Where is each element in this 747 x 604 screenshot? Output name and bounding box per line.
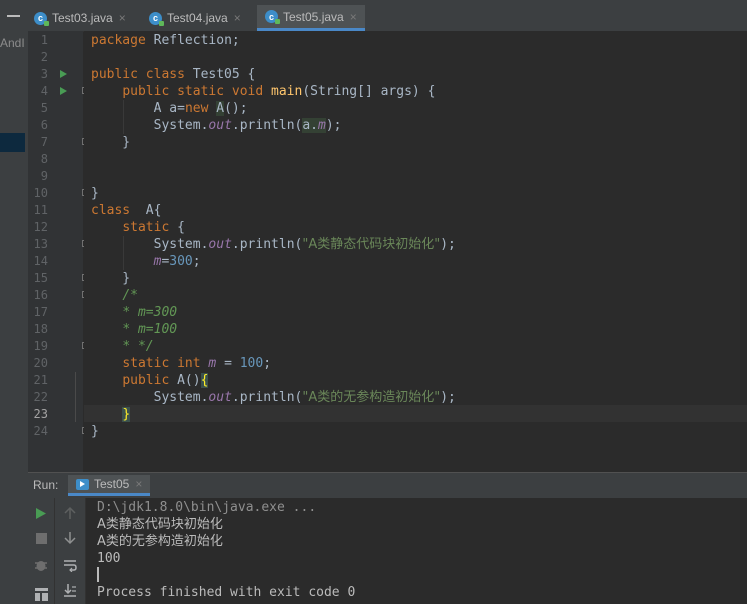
run-tab-label: Test05 bbox=[94, 477, 130, 491]
line-number: 12 bbox=[33, 220, 48, 234]
line-number: 14 bbox=[33, 254, 48, 268]
code-line-10: } bbox=[91, 186, 99, 201]
line-number: 16 bbox=[33, 288, 48, 302]
stop-icon[interactable] bbox=[31, 528, 51, 548]
close-icon[interactable]: × bbox=[350, 10, 357, 24]
run-gutter-icon[interactable] bbox=[60, 87, 67, 95]
run-toolbar-secondary bbox=[55, 498, 86, 604]
console-exit-line: Process finished with exit code 0 bbox=[97, 585, 356, 600]
line-number: 1 bbox=[40, 33, 48, 47]
tab-label: Test03.java bbox=[52, 11, 113, 25]
code-line-19: * */ bbox=[122, 339, 154, 354]
java-class-icon: c bbox=[34, 11, 49, 26]
code-line-21: public A(){ bbox=[122, 373, 209, 388]
code-line-20: static int m = 100; bbox=[122, 356, 272, 371]
run-toolbar-primary bbox=[28, 498, 55, 604]
console-command-line: D:\jdk1.8.0\bin\java.exe ... bbox=[97, 500, 317, 515]
run-label: Run: bbox=[33, 478, 59, 492]
run-tab-test05[interactable]: Test05 × bbox=[68, 475, 151, 496]
run-config-icon bbox=[76, 478, 89, 490]
code-line-1: package Reflection; bbox=[91, 33, 240, 48]
code-line-18: * m=100 bbox=[122, 322, 178, 337]
caret-row-highlight bbox=[84, 405, 747, 422]
code-line-6: System.out.println(a.m); bbox=[153, 118, 342, 133]
run-icon[interactable] bbox=[31, 503, 51, 523]
line-number: 3 bbox=[40, 67, 48, 81]
code-editor[interactable]: package Reflection; public class Test05 … bbox=[75, 31, 747, 472]
line-number: 15 bbox=[33, 271, 48, 285]
code-line-22: System.out.println("A类的无参构造初始化"); bbox=[153, 390, 456, 405]
line-number: 4 bbox=[40, 84, 48, 98]
tab-test04[interactable]: c Test04.java × bbox=[149, 5, 241, 31]
code-line-16: /* bbox=[122, 288, 138, 303]
code-line-14: m=300; bbox=[153, 254, 201, 269]
line-number: 5 bbox=[40, 101, 48, 115]
up-arrow-icon[interactable] bbox=[60, 503, 80, 523]
line-number: 24 bbox=[33, 424, 48, 438]
run-console[interactable]: D:\jdk1.8.0\bin\java.exe ... A类静态代码块初始化 … bbox=[86, 498, 747, 604]
code-line-24: } bbox=[91, 424, 99, 439]
close-icon[interactable]: × bbox=[234, 11, 241, 25]
line-number-current: 23 bbox=[33, 407, 48, 421]
code-line-17: * m=300 bbox=[122, 305, 178, 320]
collapse-icon[interactable] bbox=[7, 15, 20, 17]
code-line-12: static { bbox=[122, 220, 185, 235]
line-number: 18 bbox=[33, 322, 48, 336]
code-line-4: public static void main(String[] args) { bbox=[122, 84, 436, 99]
console-output-line: A类的无参构造初始化 bbox=[97, 534, 223, 549]
line-number: 17 bbox=[33, 305, 48, 319]
run-gutter-icon[interactable] bbox=[60, 70, 67, 78]
code-line-3: public class Test05 { bbox=[91, 67, 256, 82]
tab-label: Test04.java bbox=[167, 11, 228, 25]
code-line-13: System.out.println("A类静态代码块初始化"); bbox=[153, 237, 456, 252]
run-left-strip bbox=[0, 472, 28, 604]
down-arrow-icon[interactable] bbox=[60, 528, 80, 548]
close-icon[interactable]: × bbox=[135, 477, 142, 491]
tab-label: Test05.java bbox=[283, 9, 344, 24]
line-number: 21 bbox=[33, 373, 48, 387]
line-number: 9 bbox=[40, 169, 48, 183]
tab-test05[interactable]: c Test05.java × bbox=[257, 5, 365, 31]
soft-wrap-icon[interactable] bbox=[60, 555, 80, 575]
console-output-line: A类静态代码块初始化 bbox=[97, 517, 223, 532]
code-line-23: } bbox=[122, 407, 131, 422]
layout-icon[interactable] bbox=[31, 584, 51, 604]
line-number: 10 bbox=[33, 186, 48, 200]
editor-tab-bar: c Test03.java × c Test04.java × c Test05… bbox=[28, 0, 747, 32]
line-number: 22 bbox=[33, 390, 48, 404]
line-number: 6 bbox=[40, 118, 48, 132]
line-number: 2 bbox=[40, 50, 48, 64]
code-line-15: } bbox=[91, 271, 131, 286]
line-number: 19 bbox=[33, 339, 48, 353]
code-line-7: } bbox=[91, 135, 131, 150]
tab-test03[interactable]: c Test03.java × bbox=[34, 5, 126, 31]
line-number: 13 bbox=[33, 237, 48, 251]
java-class-icon: c bbox=[149, 11, 164, 26]
console-output-line: 100 bbox=[97, 551, 121, 566]
line-number: 11 bbox=[33, 203, 48, 217]
code-line-11: class A{ bbox=[91, 203, 162, 218]
run-tool-window-header: Run: Test05 × bbox=[28, 472, 747, 499]
scroll-to-end-icon[interactable] bbox=[60, 580, 80, 600]
line-number: 7 bbox=[40, 135, 48, 149]
java-class-icon: c bbox=[265, 10, 280, 24]
bug-icon[interactable] bbox=[31, 555, 51, 575]
line-number: 20 bbox=[33, 356, 48, 370]
console-caret bbox=[97, 567, 99, 582]
scope-guide bbox=[75, 372, 76, 422]
code-line-5: A a=new A(); bbox=[153, 101, 248, 116]
line-number: 8 bbox=[40, 152, 48, 166]
close-icon[interactable]: × bbox=[119, 11, 126, 25]
